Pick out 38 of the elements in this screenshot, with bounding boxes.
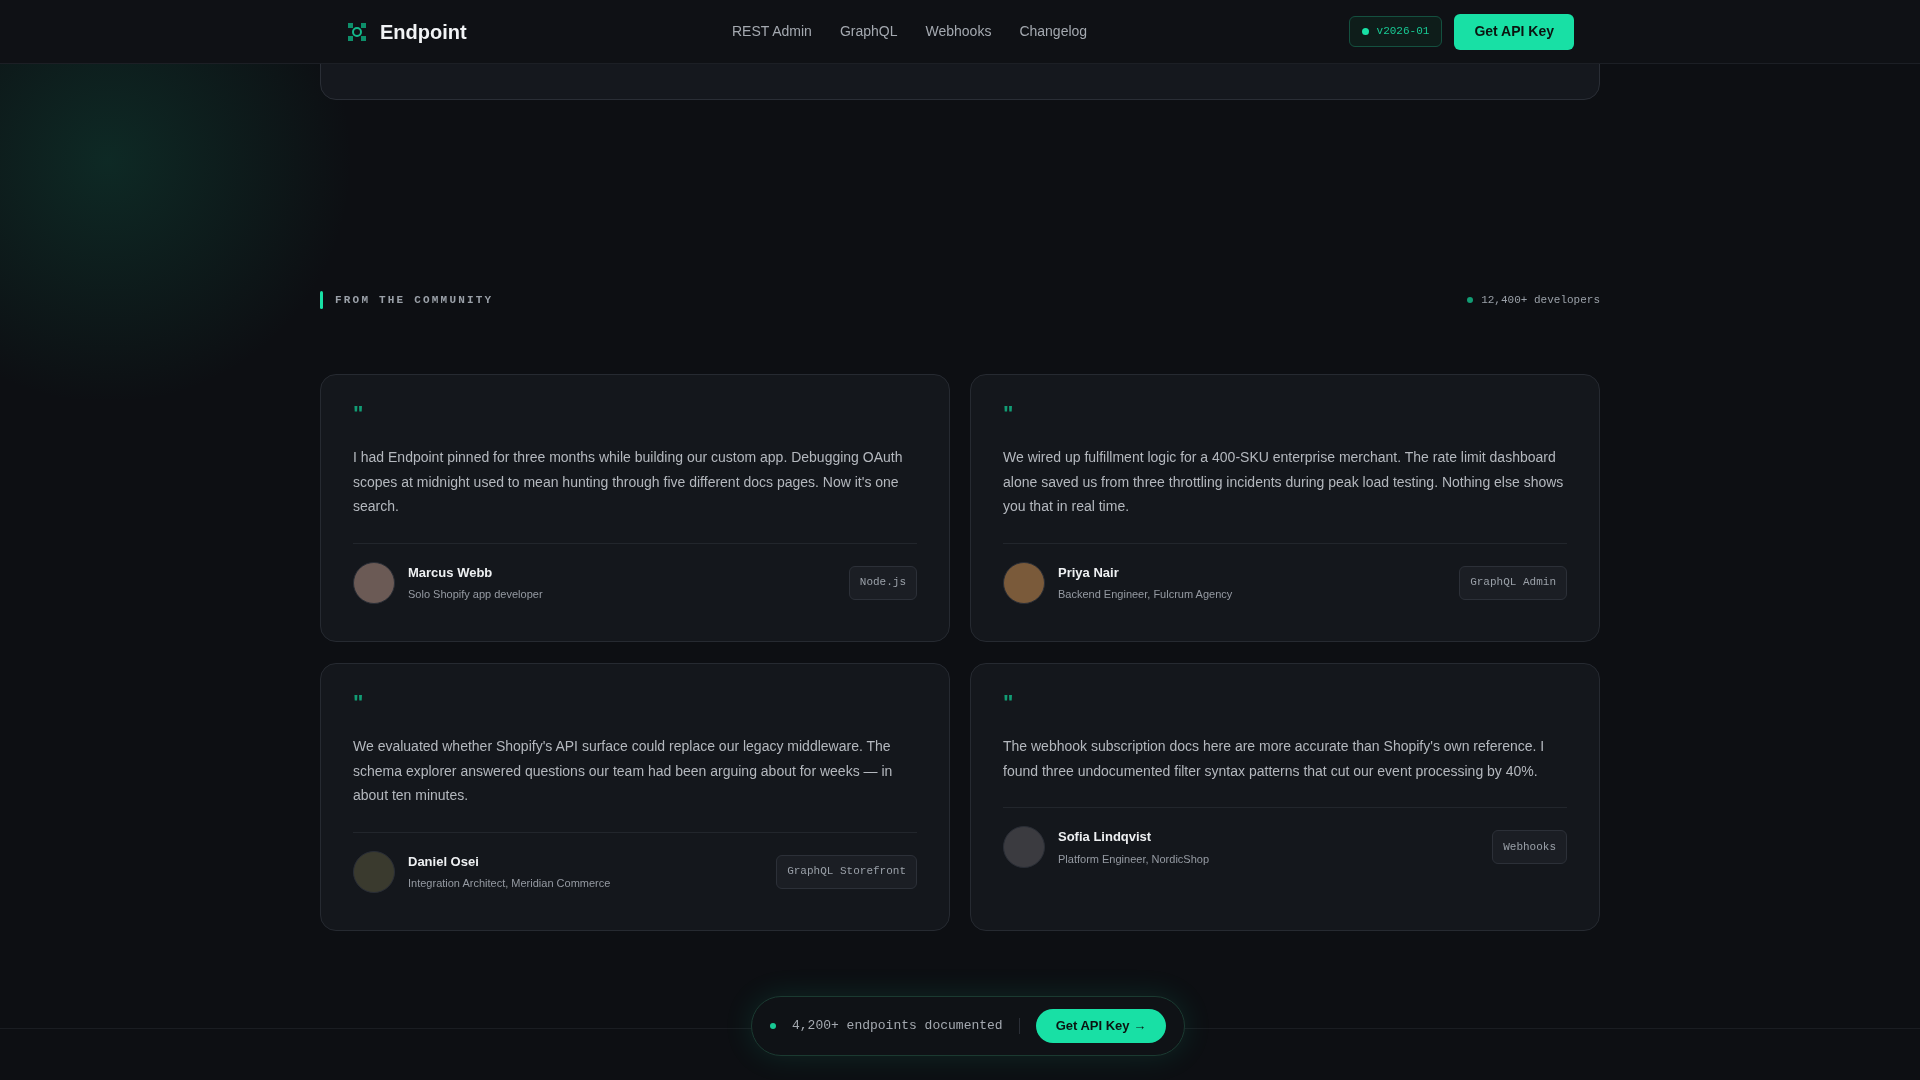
quote-mark: " xyxy=(1003,692,1014,714)
avatar xyxy=(1003,561,1045,604)
endpoints-count: 4,200+ endpoints documented xyxy=(792,1017,1003,1036)
testimonial-quote: We wired up fulfillment logic for a 400-SKU enterprise merchant. The rate limit dashboard alone saved us from three throttling incidents during peak load testing. Nothing else shows you that in real time. xyxy=(1003,448,1565,516)
author-name: Marcus Webb xyxy=(408,563,494,582)
tech-tag: GraphQL Storefront xyxy=(776,854,917,889)
author-role: Integration Architect, Meridian Commerce xyxy=(408,876,611,891)
nav-link[interactable]: Changelog xyxy=(1019,21,1088,42)
author-role: Backend Engineer, Fulcrum Agency xyxy=(1058,587,1233,602)
avatar xyxy=(1003,826,1045,868)
quote-mark: " xyxy=(353,403,364,425)
nav-link[interactable]: GraphQL xyxy=(839,21,898,42)
section-eyebrow: FROM THE COMMUNITY xyxy=(335,292,494,308)
author-name: Priya Nair xyxy=(1058,563,1120,582)
nav-link[interactable]: Webhooks xyxy=(925,21,992,42)
brand-name: Endpoint xyxy=(380,19,467,45)
quote-mark: " xyxy=(1003,403,1014,425)
tech-tag: Node.js xyxy=(848,565,917,600)
logo-icon xyxy=(346,20,368,43)
testimonial-quote: The webhook subscription docs here are more accurate than Shopify's own reference. I found three undocumented filter syntax patterns that cut our event processing by 40%. xyxy=(1003,737,1546,781)
testimonial-quote: I had Endpoint pinned for three months while building our custom app. Debugging OAuth scopes at midnight used to mean hunting through five different docs pages. Now it's one search. xyxy=(353,448,904,516)
avatar xyxy=(353,850,395,893)
author-role: Platform Engineer, NordicShop xyxy=(1058,851,1210,867)
tech-tag: Webhooks xyxy=(1492,830,1567,864)
tech-tag: GraphQL Admin xyxy=(1459,565,1567,600)
testimonial-quote: We evaluated whether Shopify's API surface could replace our legacy middleware. The schema explorer answered questions our team had been arguing about for weeks — in about ten minutes. xyxy=(353,737,894,805)
version-label: v2026-01 xyxy=(1376,24,1430,40)
version-badge[interactable]: v2026-01 xyxy=(1348,16,1443,47)
author-name: Daniel Osei xyxy=(408,852,480,871)
get-api-key-button[interactable]: Get API Key xyxy=(1454,13,1574,50)
get-api-key-button[interactable]: Get API Key → xyxy=(1035,1009,1167,1043)
avatar xyxy=(353,561,395,604)
author-name: Sofia Lindqvist xyxy=(1058,828,1153,846)
author-role: Solo Shopify app developer xyxy=(408,587,543,602)
quote-mark: " xyxy=(353,692,364,714)
accent-bar xyxy=(320,291,323,309)
nav-link[interactable]: REST Admin xyxy=(732,21,812,42)
developer-count: 12,400+ developers xyxy=(1481,292,1600,308)
